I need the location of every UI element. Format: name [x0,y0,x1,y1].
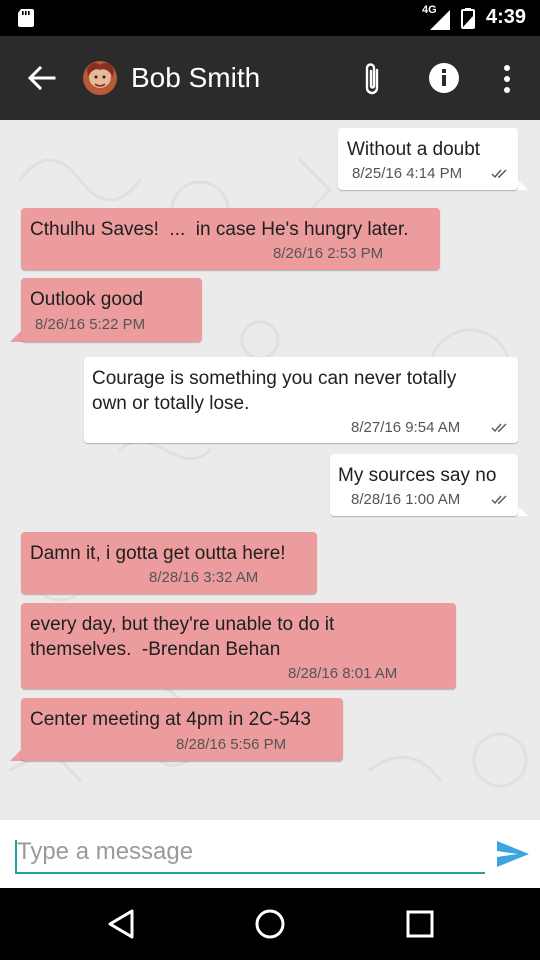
message-bubble[interactable]: Without a doubt 8/25/16 4:14 PM [338,128,518,190]
message-bubble[interactable]: Outlook good 8/26/16 5:22 PM [21,278,202,342]
message-text: Outlook good [30,289,144,310]
message-text: Center meeting at 4pm in 2C-543 [30,709,311,730]
message-text: My sources say no [338,465,497,486]
message-text: every day, but they're unable to do it t… [30,614,335,660]
message-bubble[interactable]: every day, but they're unable to do it t… [21,603,456,689]
message-time: 8/28/16 3:32 AM [149,569,259,586]
send-icon[interactable] [496,840,530,868]
message-time: 8/27/16 9:54 AM [351,419,461,436]
message-time: 8/28/16 5:56 PM [176,736,287,753]
double-check-icon [491,169,507,179]
avatar[interactable] [83,61,117,95]
system-nav-bar [0,888,540,960]
message-time: 8/26/16 2:53 PM [273,245,384,262]
app-bar: Bob Smith [0,36,540,120]
message-time: 8/28/16 8:01 AM [288,665,398,682]
message-text: Courage is something you can never total… [92,368,457,414]
message-text: Cthulhu Saves! ... in case He's hungry l… [30,219,409,240]
more-vert-icon[interactable] [498,64,516,94]
message-text: Without a doubt [347,139,481,160]
message-time: 8/25/16 4:14 PM [352,165,463,182]
home-circle-icon[interactable] [254,908,286,940]
message-bubble[interactable]: Courage is something you can never total… [84,357,518,443]
status-time: 4:39 [486,6,527,28]
message-bubble[interactable]: My sources say no 8/28/16 1:00 AM [330,454,518,516]
attach-icon[interactable] [358,60,388,98]
message-bubble[interactable]: Center meeting at 4pm in 2C-543 8/28/16 … [21,698,343,761]
back-triangle-icon[interactable] [106,908,138,940]
double-check-icon [491,495,507,505]
back-arrow-icon[interactable] [26,64,56,92]
message-input[interactable] [15,832,485,874]
network-type: 4G [422,4,437,16]
recents-square-icon[interactable] [404,908,436,940]
composer [0,820,540,888]
message-list[interactable]: Without a doubt 8/25/16 4:14 PM Cthulhu … [0,120,540,820]
message-bubble[interactable]: Damn it, i gotta get outta here! 8/28/16… [21,532,317,594]
info-icon[interactable] [428,62,460,94]
message-text: Damn it, i gotta get outta here! [30,543,286,564]
message-bubble[interactable]: Cthulhu Saves! ... in case He's hungry l… [21,208,440,270]
text-caret [15,840,17,872]
contact-name[interactable]: Bob Smith [131,62,260,94]
message-time: 8/26/16 5:22 PM [35,316,146,333]
sd-card-icon [18,9,34,27]
message-time: 8/28/16 1:00 AM [351,491,461,508]
status-bar: 4G 4:39 [0,0,540,36]
battery-icon [461,8,475,29]
double-check-icon [491,423,507,433]
